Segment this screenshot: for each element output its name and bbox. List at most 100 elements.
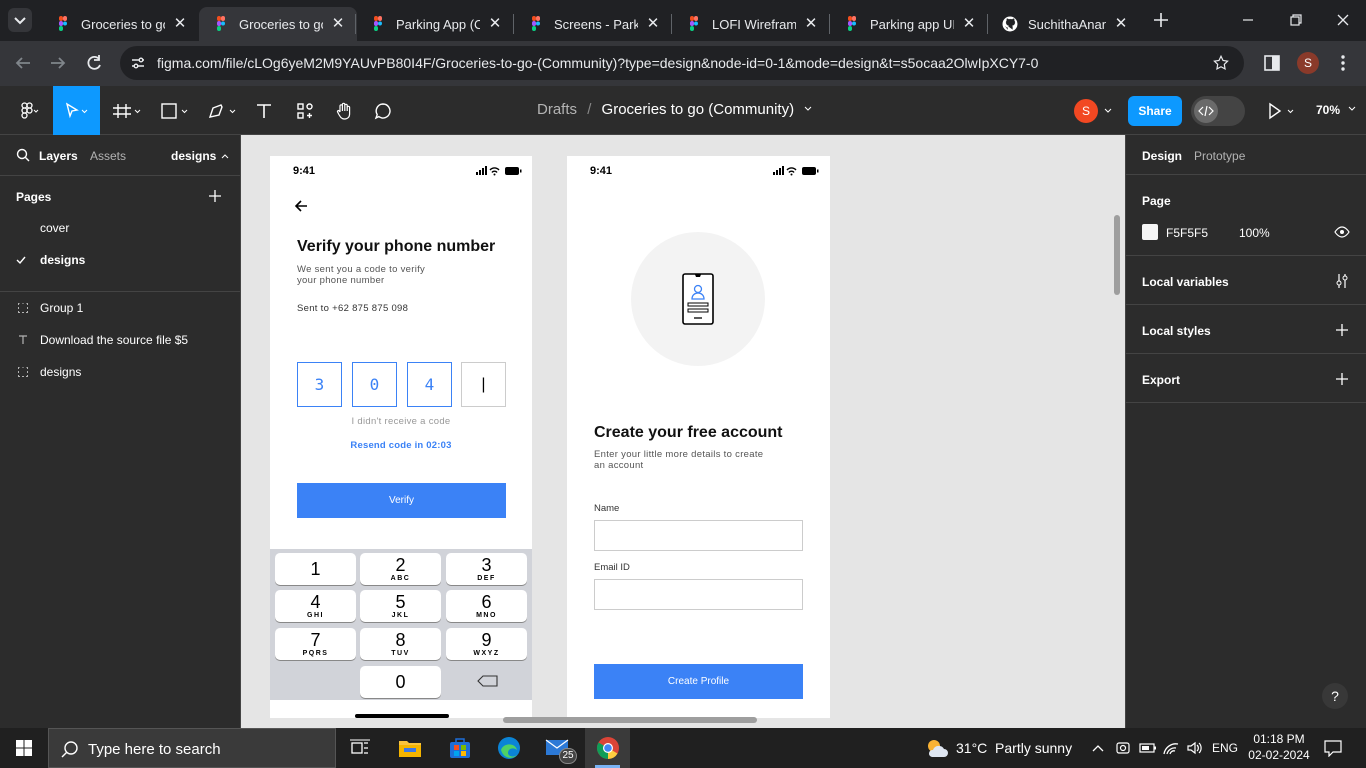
keypad-key[interactable]: 4 GHI: [275, 590, 356, 622]
task-view-button[interactable]: [348, 736, 372, 760]
user-avatar[interactable]: S: [1074, 99, 1098, 123]
keypad-key[interactable]: 0: [360, 666, 441, 698]
browser-menu-button[interactable]: [1337, 52, 1349, 74]
chevron-up-icon[interactable]: [1091, 742, 1105, 754]
code-digit-1[interactable]: 3: [297, 362, 342, 407]
browser-tab[interactable]: Parking App (Co ✕: [356, 7, 514, 41]
code-digit-2[interactable]: 0: [352, 362, 397, 407]
start-button[interactable]: [0, 728, 48, 768]
verify-phone-frame[interactable]: 9:41 Verify your phone number We sent yo…: [270, 156, 532, 718]
help-button[interactable]: ?: [1322, 683, 1348, 709]
page-opacity[interactable]: 100%: [1239, 226, 1270, 240]
horizontal-scrollbar[interactable]: [503, 717, 757, 723]
export-section[interactable]: Export: [1126, 354, 1366, 403]
mail-icon[interactable]: 25: [545, 736, 577, 764]
chevron-down-icon[interactable]: [1103, 106, 1113, 116]
keypad-key[interactable]: 1: [275, 553, 356, 585]
page-selector[interactable]: designs: [171, 149, 230, 163]
share-button[interactable]: Share: [1128, 96, 1182, 126]
close-tab-icon[interactable]: ✕: [644, 15, 662, 33]
move-tool-button[interactable]: [53, 86, 100, 135]
close-tab-icon[interactable]: ✕: [802, 15, 820, 33]
layer-item[interactable]: Group 1: [0, 292, 240, 324]
language-indicator[interactable]: ENG: [1212, 741, 1238, 755]
keypad-key[interactable]: 7 PQRS: [275, 628, 356, 660]
minimize-button[interactable]: [1236, 8, 1260, 32]
keypad-key[interactable]: 5 JKL: [360, 590, 441, 622]
keypad-key[interactable]: 9 WXYZ: [446, 628, 527, 660]
chrome-taskbar-button[interactable]: [585, 728, 630, 768]
tab-search-button[interactable]: [8, 8, 32, 32]
keypad-key[interactable]: 8 TUV: [360, 628, 441, 660]
layer-item[interactable]: Download the source file $5: [0, 324, 240, 356]
camera-icon[interactable]: [1115, 740, 1131, 756]
close-tab-icon[interactable]: ✕: [171, 15, 189, 33]
resources-button[interactable]: [293, 86, 317, 135]
text-tool-button[interactable]: [252, 86, 276, 135]
variables-sliders-icon[interactable]: [1334, 273, 1350, 289]
code-digit-4[interactable]: |: [461, 362, 506, 407]
email-field[interactable]: [594, 579, 803, 610]
page-color-swatch[interactable]: [1142, 224, 1158, 240]
taskbar-search-box[interactable]: Type here to search: [48, 728, 336, 768]
page-item[interactable]: designs: [0, 244, 240, 276]
new-tab-button[interactable]: [1150, 9, 1172, 31]
site-info-icon[interactable]: [130, 55, 146, 71]
tab-layers[interactable]: Layers: [39, 149, 78, 163]
bookmark-star-icon[interactable]: [1212, 54, 1230, 72]
eye-icon[interactable]: [1334, 225, 1350, 239]
hand-tool-button[interactable]: [332, 86, 356, 135]
wifi-icon[interactable]: [1162, 740, 1180, 756]
shape-tool-button[interactable]: [158, 86, 194, 135]
page-item[interactable]: cover: [0, 212, 240, 244]
tab-design[interactable]: Design: [1142, 149, 1182, 163]
address-bar[interactable]: figma.com/file/cLOg6yeM2M9YAUvPB80I4F/Gr…: [120, 46, 1244, 80]
browser-tab[interactable]: Parking app UI U ✕: [830, 7, 988, 41]
pen-tool-button[interactable]: [205, 86, 241, 135]
forward-button[interactable]: [45, 50, 71, 76]
keypad-key[interactable]: 2 ABC: [360, 553, 441, 585]
design-canvas[interactable]: 9:41 Verify your phone number We sent yo…: [241, 135, 1125, 728]
plus-icon[interactable]: [1335, 323, 1349, 337]
notifications-icon[interactable]: [1324, 739, 1342, 757]
back-arrow-icon[interactable]: [294, 199, 308, 213]
page-color-hex[interactable]: F5F5F5: [1166, 226, 1208, 240]
microsoft-store-icon[interactable]: [448, 736, 472, 760]
verify-button[interactable]: Verify: [297, 483, 506, 518]
restore-button[interactable]: [1284, 8, 1308, 32]
close-tab-icon[interactable]: ✕: [329, 15, 347, 33]
comment-tool-button[interactable]: [371, 86, 395, 135]
reload-button[interactable]: [81, 50, 107, 76]
volume-icon[interactable]: [1186, 740, 1204, 756]
tab-assets[interactable]: Assets: [90, 149, 126, 163]
browser-tab[interactable]: Groceries to go | ✕: [41, 7, 199, 41]
search-icon[interactable]: [16, 148, 30, 162]
keypad-key[interactable]: 3 DEF: [446, 553, 527, 585]
vertical-scrollbar[interactable]: [1114, 215, 1120, 295]
browser-tab[interactable]: Groceries to go | ✕: [199, 7, 357, 41]
tab-prototype[interactable]: Prototype: [1194, 149, 1245, 163]
side-panel-button[interactable]: [1262, 53, 1282, 73]
plus-icon[interactable]: [1335, 372, 1349, 386]
zoom-selector[interactable]: 70%: [1316, 103, 1357, 117]
layer-item[interactable]: designs: [0, 356, 240, 388]
close-window-button[interactable]: [1331, 8, 1355, 32]
main-menu-button[interactable]: [8, 86, 48, 135]
close-tab-icon[interactable]: ✕: [1112, 15, 1130, 33]
profile-avatar[interactable]: S: [1297, 52, 1319, 74]
create-profile-button[interactable]: Create Profile: [594, 664, 803, 699]
breadcrumb-drafts[interactable]: Drafts: [537, 101, 577, 118]
file-title[interactable]: Groceries to go (Community): [602, 101, 795, 118]
delete-key[interactable]: [454, 666, 524, 696]
edge-browser-icon[interactable]: [497, 736, 521, 760]
browser-tab[interactable]: Screens - Parkin ✕: [514, 7, 672, 41]
resend-code-link[interactable]: Resend code in 02:03: [270, 440, 532, 451]
present-button[interactable]: [1266, 100, 1300, 122]
battery-icon[interactable]: [1139, 741, 1157, 755]
dev-mode-toggle[interactable]: [1191, 96, 1245, 126]
file-explorer-icon[interactable]: [398, 737, 422, 759]
code-digit-3[interactable]: 4: [407, 362, 452, 407]
chevron-down-icon[interactable]: [802, 104, 814, 114]
back-button[interactable]: [10, 50, 36, 76]
frame-tool-button[interactable]: [110, 86, 146, 135]
